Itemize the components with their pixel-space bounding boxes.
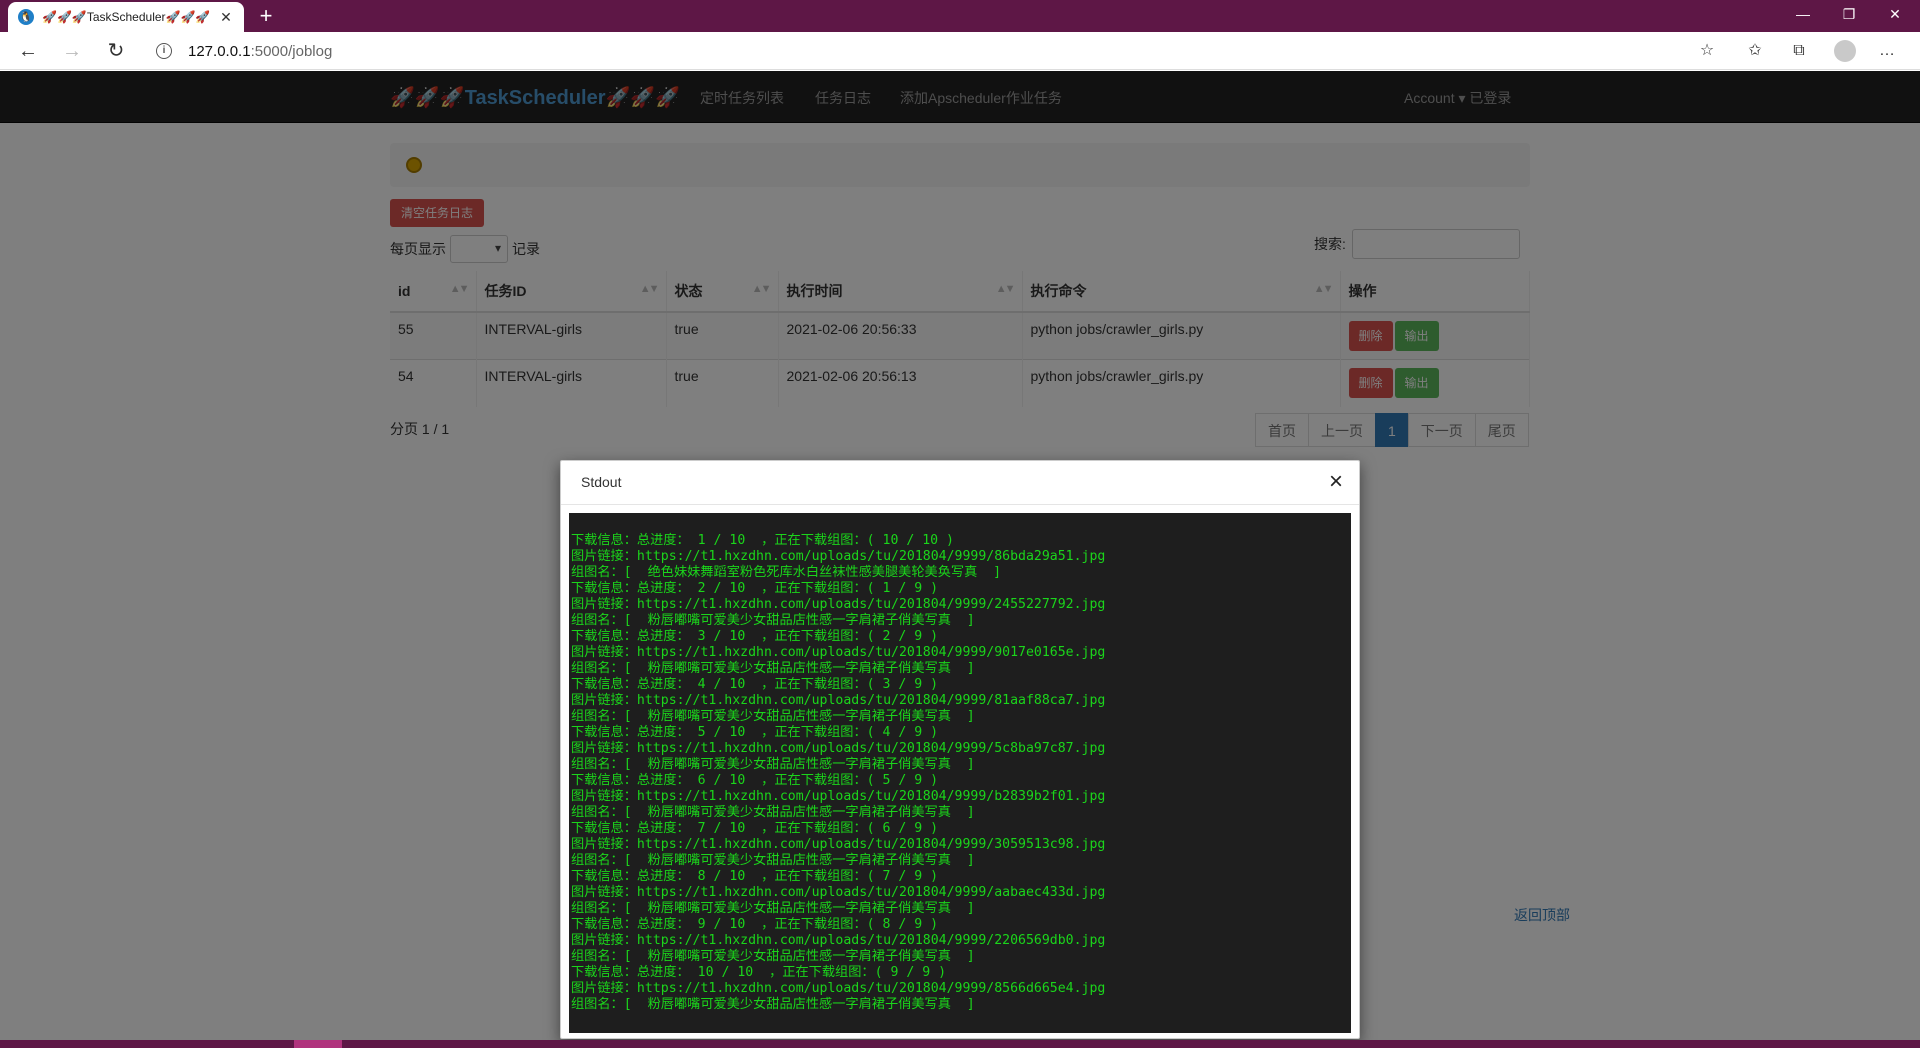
console-line: 组图名：[ 绝色妹妹舞蹈室粉色死库水白丝袜性感美腿美轮美奂写真 ] — [571, 565, 1002, 580]
stdout-modal: Stdout × 下载信息：总进度： 1 / 10 ，正在下载组图：( 10 /… — [560, 460, 1360, 1039]
collections-icon[interactable]: ⧉ — [1784, 37, 1814, 65]
console-line: 下载信息：总进度： 3 / 10 ，正在下载组图：( 2 / 9 ) — [571, 629, 939, 644]
console-line: 图片链接：https://t1.hxzdhn.com/uploads/tu/20… — [571, 933, 1106, 948]
console-line: 图片链接：https://t1.hxzdhn.com/uploads/tu/20… — [571, 741, 1106, 756]
console-line: 下载信息：总进度： 9 / 10 ，正在下载组图：( 8 / 9 ) — [571, 917, 939, 932]
browser-tab-active[interactable]: 🐧 🚀🚀🚀TaskScheduler🚀🚀🚀 ✕ — [8, 2, 244, 32]
console-line: 组图名：[ 粉唇嘟嘴可爱美少女甜品店性感一字肩裙子俏美写真 ] — [571, 949, 975, 964]
favorites-icon[interactable]: ✩ — [1740, 37, 1770, 65]
minimize-icon[interactable]: — — [1780, 0, 1826, 30]
console-line: 图片链接：https://t1.hxzdhn.com/uploads/tu/20… — [571, 549, 1106, 564]
console-line: 组图名：[ 粉唇嘟嘴可爱美少女甜品店性感一字肩裙子俏美写真 ] — [571, 805, 975, 820]
penguin-icon: 🐧 — [18, 9, 34, 25]
url-path: :5000/joblog — [250, 42, 333, 60]
console-line: 组图名：[ 粉唇嘟嘴可爱美少女甜品店性感一字肩裙子俏美写真 ] — [571, 613, 975, 628]
new-tab-button[interactable]: + — [252, 2, 280, 30]
taskbar-active-app[interactable] — [294, 1040, 342, 1048]
console-line: 下载信息：总进度： 5 / 10 ，正在下载组图：( 4 / 9 ) — [571, 725, 939, 740]
address-bar[interactable]: i 127.0.0.1:5000/joblog — [144, 36, 1700, 66]
browser-tab-strip: 🐧 🚀🚀🚀TaskScheduler🚀🚀🚀 ✕ + — ❐ ✕ — [0, 0, 1920, 32]
console-line: 下载信息：总进度： 4 / 10 ，正在下载组图：( 3 / 9 ) — [571, 677, 939, 692]
console-line: 组图名：[ 粉唇嘟嘴可爱美少女甜品店性感一字肩裙子俏美写真 ] — [571, 997, 975, 1012]
console-line: 组图名：[ 粉唇嘟嘴可爱美少女甜品店性感一字肩裙子俏美写真 ] — [571, 757, 975, 772]
console-line: 下载信息：总进度： 6 / 10 ，正在下载组图：( 5 / 9 ) — [571, 773, 939, 788]
console-line: 组图名：[ 粉唇嘟嘴可爱美少女甜品店性感一字肩裙子俏美写真 ] — [571, 901, 975, 916]
star-add-icon[interactable]: ☆ — [1692, 37, 1722, 65]
console-line: 图片链接：https://t1.hxzdhn.com/uploads/tu/20… — [571, 981, 1106, 996]
console-line: 组图名：[ 粉唇嘟嘴可爱美少女甜品店性感一字肩裙子俏美写真 ] — [571, 661, 975, 676]
console-line: 组图名：[ 粉唇嘟嘴可爱美少女甜品店性感一字肩裙子俏美写真 ] — [571, 853, 975, 868]
console-line: 组图名：[ 粉唇嘟嘴可爱美少女甜品店性感一字肩裙子俏美写真 ] — [571, 709, 975, 724]
console-line: 图片链接：https://t1.hxzdhn.com/uploads/tu/20… — [571, 789, 1106, 804]
console-line: 下载信息：总进度： 7 / 10 ，正在下载组图：( 6 / 9 ) — [571, 821, 939, 836]
stdout-console[interactable]: 下载信息：总进度： 1 / 10 ，正在下载组图：( 10 / 10 ) 图片链… — [569, 513, 1351, 1033]
console-line: 图片链接：https://t1.hxzdhn.com/uploads/tu/20… — [571, 597, 1106, 612]
back-icon[interactable]: ← — [12, 36, 44, 66]
url-host: 127.0.0.1 — [188, 42, 251, 60]
os-taskbar — [0, 1040, 1920, 1048]
close-icon[interactable]: × — [1329, 470, 1343, 494]
console-line: 图片链接：https://t1.hxzdhn.com/uploads/tu/20… — [571, 645, 1106, 660]
avatar-icon[interactable] — [1834, 40, 1856, 62]
console-line: 图片链接：https://t1.hxzdhn.com/uploads/tu/20… — [571, 885, 1106, 900]
console-line: 下载信息：总进度： 2 / 10 ，正在下载组图：( 1 / 9 ) — [571, 581, 939, 596]
console-line: 下载信息：总进度： 10 / 10 ，正在下载组图：( 9 / 9 ) — [571, 965, 947, 980]
page-content: 🚀🚀🚀TaskScheduler🚀🚀🚀 定时任务列表 任务日志 添加Apsche… — [0, 71, 1920, 1040]
more-icon[interactable]: … — [1872, 37, 1902, 65]
window-close-icon[interactable]: ✕ — [1872, 0, 1918, 30]
console-line: 图片链接：https://t1.hxzdhn.com/uploads/tu/20… — [571, 837, 1106, 852]
console-line: 图片链接：https://t1.hxzdhn.com/uploads/tu/20… — [571, 693, 1106, 708]
restore-icon[interactable]: ❐ — [1826, 0, 1872, 30]
modal-header: Stdout × — [561, 461, 1359, 505]
forward-icon[interactable]: → — [56, 36, 88, 66]
modal-title: Stdout — [581, 474, 622, 490]
info-icon[interactable]: i — [156, 43, 172, 59]
tab-title: 🚀🚀🚀TaskScheduler🚀🚀🚀 — [42, 10, 211, 24]
tab-close-icon[interactable]: ✕ — [218, 9, 234, 26]
console-line: 下载信息：总进度： 8 / 10 ，正在下载组图：( 7 / 9 ) — [571, 869, 939, 884]
reload-icon[interactable]: ↻ — [100, 36, 132, 66]
console-line: 下载信息：总进度： 1 / 10 ，正在下载组图：( 10 / 10 ) — [571, 533, 954, 548]
browser-toolbar: ← → ↻ i 127.0.0.1:5000/joblog ☆ ✩ ⧉ … — [0, 32, 1920, 70]
